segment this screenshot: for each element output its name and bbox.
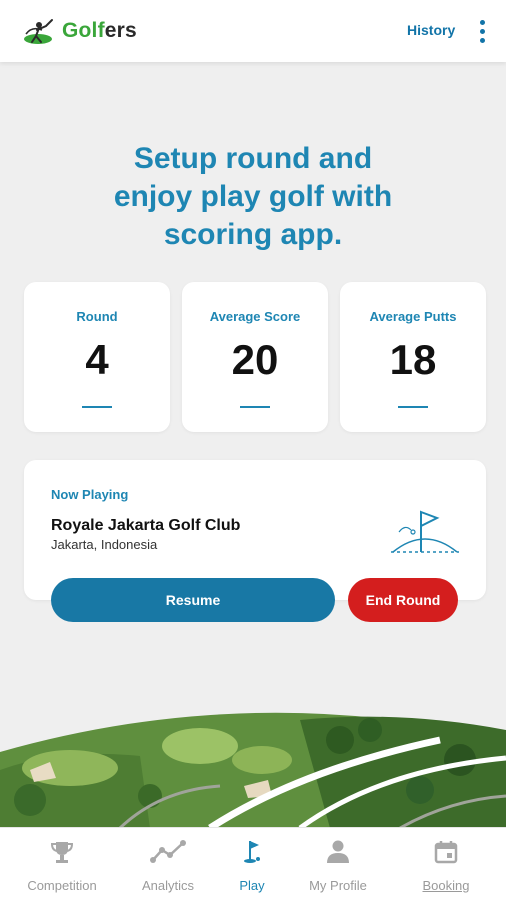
analytics-icon [150,840,186,863]
course-location: Jakarta, Indonesia [51,537,158,552]
resume-button[interactable]: Resume [51,578,335,622]
headline-line-1: Setup round and [133,142,373,175]
stat-value: 4 [85,336,109,383]
nav-label: Competition [27,878,97,893]
page-headline: Setup round and enjoy play golf with sco… [0,140,506,254]
nav-item-booking[interactable]: Booking [398,838,494,893]
stat-label: Average Putts [369,309,457,324]
stat-card-average-score: Average Score 20 [182,282,328,432]
nav-item-play[interactable]: Play [204,838,300,893]
golf-course-aerial-image [0,700,506,828]
app-name: Golfers [62,19,137,42]
end-round-button[interactable]: End Round [348,578,458,622]
stat-divider [82,406,112,408]
golfer-logo-icon [24,19,53,44]
stat-label: Round [76,309,118,324]
top-app-bar: Golfers History [0,0,506,62]
stat-divider [398,406,428,408]
history-link[interactable]: History [407,22,455,38]
nav-label: My Profile [309,878,367,893]
stat-card-round: Round 4 [24,282,170,432]
bottom-navigation: Competition Analytics Play My Profile Bo… [0,827,506,900]
golf-flag-icon [244,841,260,863]
trophy-icon [50,842,74,863]
person-icon [327,840,349,863]
calendar-icon [434,841,458,864]
nav-item-competition[interactable]: Competition [14,838,110,893]
stat-label: Average Score [209,309,301,324]
headline-line-2: enjoy play golf with [113,180,393,213]
stat-divider [240,406,270,408]
stat-card-average-putts: Average Putts 18 [340,282,486,432]
now-playing-heading: Now Playing [51,487,129,502]
more-options-icon[interactable] [475,20,489,46]
nav-label: Analytics [141,878,195,893]
nav-label: Booking [422,878,470,893]
golf-flag-illustration-icon [391,510,459,553]
headline-line-3: scoring app. [163,218,343,251]
app-logo[interactable]: Golfers [22,16,137,46]
stat-value: 20 [231,336,279,383]
nav-label: Play [239,878,265,893]
nav-item-my-profile[interactable]: My Profile [290,838,386,893]
nav-item-analytics[interactable]: Analytics [120,838,216,893]
course-name: Royale Jakarta Golf Club [51,517,241,534]
stat-value: 18 [389,336,437,383]
